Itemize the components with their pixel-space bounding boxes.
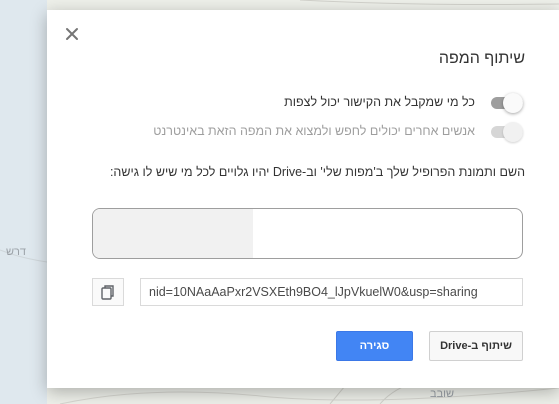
profile-preview-placeholder [93, 209, 253, 258]
share-link-field[interactable]: nid=10NAaAaPxr2VSXEth9BO4_lJpVkuelW0&usp… [140, 278, 523, 306]
map-place-label: דרש [6, 246, 27, 258]
public-search-row: אנשים אחרים יכולים לחפש ולמצוא את המפה ה… [85, 120, 525, 142]
profile-preview-box [92, 208, 523, 259]
link-viewing-toggle[interactable] [489, 91, 525, 113]
share-link-row: nid=10NAaAaPxr2VSXEth9BO4_lJpVkuelW0&usp… [92, 278, 523, 306]
dialog-title: שיתוף המפה [438, 50, 525, 67]
share-in-drive-button[interactable]: שיתוף ב-Drive [429, 331, 523, 361]
close-icon[interactable] [63, 25, 81, 43]
public-search-label: אנשים אחרים יכולים לחפש ולמצוא את המפה ה… [153, 124, 475, 138]
link-viewing-row: כל מי שמקבל את הקישור יכול לצפות [85, 91, 525, 113]
profile-visibility-notice: השם ותמונת הפרופיל שלך ב'מפות שלי' וב-Dr… [109, 165, 525, 179]
close-button[interactable]: סגירה [336, 331, 413, 361]
public-search-toggle[interactable] [489, 120, 525, 142]
share-map-dialog: שיתוף המפה כל מי שמקבל את הקישור יכול לצ… [47, 10, 559, 388]
map-place-label: שובב [430, 388, 455, 400]
copy-icon[interactable] [92, 278, 124, 306]
link-viewing-label: כל מי שמקבל את הקישור יכול לצפות [284, 95, 475, 109]
